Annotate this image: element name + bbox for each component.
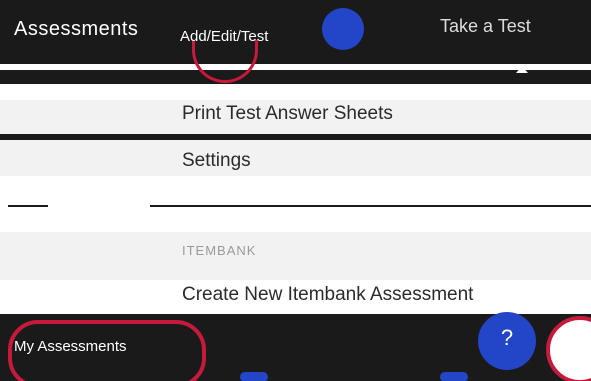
menu-item-create-itembank-assessment[interactable]: Create New Itembank Assessment (182, 284, 473, 306)
menu-item-print-answer-sheets[interactable]: Print Test Answer Sheets (182, 103, 393, 125)
take-test-link[interactable]: Take a Test (440, 16, 531, 37)
user-avatar-icon[interactable] (322, 8, 364, 50)
indicator-dot-1 (240, 372, 268, 381)
menu-gap-2 (0, 176, 591, 206)
menu-row-settings (0, 140, 591, 176)
itembank-row (0, 232, 591, 280)
header-subtitle-link[interactable]: Add/Edit/Test (180, 28, 268, 45)
divider-long (150, 205, 591, 207)
app-title: Assessments (14, 18, 139, 40)
divider-short (8, 205, 48, 207)
indicator-dot-2 (440, 372, 468, 381)
app-screen: Assessments Add/Edit/Test Take a Test Pr… (0, 0, 591, 381)
menu-item-settings[interactable]: Settings (182, 150, 251, 172)
bottom-bar-label[interactable]: My Assessments (14, 338, 127, 355)
header-strip (0, 70, 591, 84)
help-button[interactable]: ? (478, 312, 536, 370)
section-label-itembank: ITEMBANK (182, 243, 257, 258)
menu-gap-1 (0, 84, 591, 100)
caret-up-icon (516, 66, 528, 73)
